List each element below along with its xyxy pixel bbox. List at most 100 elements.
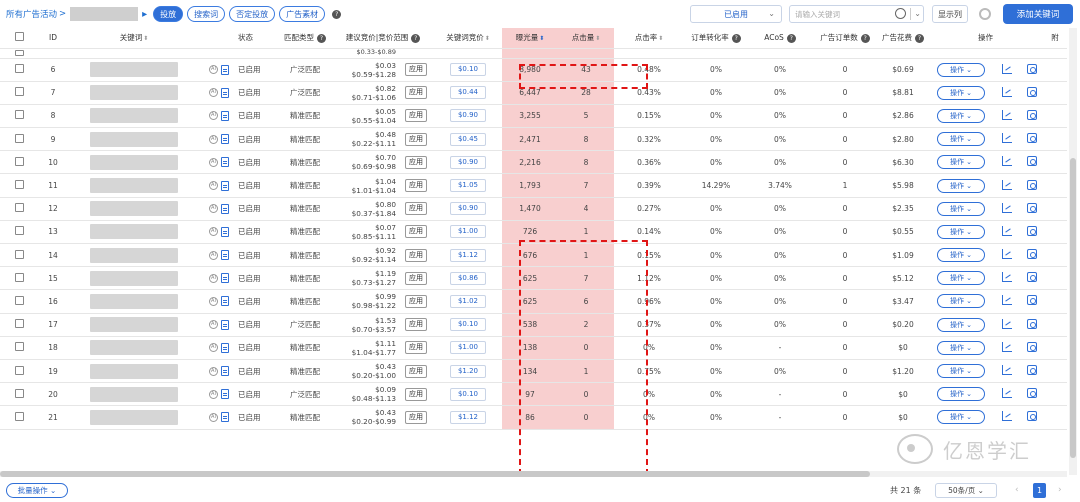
- chart-cell[interactable]: [994, 197, 1020, 221]
- ops-cell[interactable]: 操作 ⌄: [928, 243, 994, 268]
- apply-cell[interactable]: 应用: [398, 173, 434, 198]
- row-checkbox-cell[interactable]: [0, 48, 38, 59]
- prev-page-button[interactable]: ‹: [1015, 485, 1019, 495]
- row-actions-button[interactable]: 操作 ⌄: [937, 224, 985, 239]
- settings-cell[interactable]: [1020, 336, 1043, 360]
- row-checkbox[interactable]: [14, 342, 24, 352]
- row-checkbox-cell[interactable]: [0, 173, 38, 198]
- tab-3[interactable]: 广告素材: [279, 6, 326, 22]
- apply-button[interactable]: 应用: [405, 248, 427, 262]
- row-checkbox[interactable]: [14, 388, 24, 398]
- settings-cell[interactable]: [1020, 359, 1043, 384]
- apply-button[interactable]: 应用: [405, 387, 427, 401]
- row-checkbox[interactable]: [14, 319, 24, 329]
- document-icon[interactable]: [221, 157, 229, 168]
- row-actions-button[interactable]: 操作 ⌄: [937, 132, 985, 147]
- row-checkbox[interactable]: [14, 203, 24, 213]
- settings-cell[interactable]: [1020, 266, 1043, 291]
- gear-icon[interactable]: [979, 8, 991, 20]
- row-actions-button[interactable]: 操作 ⌄: [937, 387, 985, 402]
- row-actions-button[interactable]: 操作 ⌄: [937, 201, 985, 216]
- bid-cell[interactable]: $0.90: [434, 150, 502, 175]
- chart-cell[interactable]: [994, 220, 1020, 245]
- settings-cell[interactable]: [1020, 220, 1043, 245]
- settings-icon[interactable]: [1026, 179, 1037, 190]
- apply-button[interactable]: 应用: [405, 155, 427, 169]
- row-checkbox-cell[interactable]: [0, 336, 38, 360]
- settings-icon[interactable]: [1026, 365, 1037, 376]
- apply-button[interactable]: 应用: [405, 109, 427, 123]
- settings-cell[interactable]: [1020, 289, 1043, 314]
- settings-icon[interactable]: [1026, 109, 1037, 120]
- apply-button[interactable]: 应用: [405, 364, 427, 378]
- row-checkbox-cell[interactable]: [0, 289, 38, 314]
- bid-input[interactable]: $0.10: [450, 63, 486, 77]
- breadcrumb-all-campaigns[interactable]: 所有广告活动: [6, 8, 57, 20]
- row-checkbox-cell[interactable]: [0, 243, 38, 268]
- row-checkbox-cell[interactable]: [0, 197, 38, 221]
- row-checkbox[interactable]: [14, 226, 24, 236]
- row-checkbox-cell[interactable]: [0, 81, 38, 105]
- row-checkbox[interactable]: [14, 249, 24, 259]
- row-actions-button[interactable]: 操作 ⌄: [937, 340, 985, 355]
- current-page-button[interactable]: 1: [1033, 483, 1046, 498]
- chevron-down-icon[interactable]: ⌄: [914, 9, 921, 18]
- row-checkbox-cell[interactable]: [0, 150, 38, 175]
- document-icon[interactable]: [221, 64, 229, 75]
- header-spend[interactable]: 广告花费?: [878, 28, 928, 49]
- apply-button[interactable]: 应用: [405, 225, 427, 239]
- bid-cell[interactable]: $0.44: [434, 81, 502, 105]
- apply-cell[interactable]: 应用: [398, 382, 434, 407]
- chart-icon[interactable]: [1002, 179, 1012, 190]
- apply-cell[interactable]: 应用: [398, 220, 434, 245]
- bid-input[interactable]: $1.12: [450, 248, 486, 262]
- document-icon[interactable]: [221, 366, 229, 377]
- keyword-cell[interactable]: [68, 58, 200, 82]
- chart-cell[interactable]: [994, 58, 1020, 82]
- row-checkbox-cell[interactable]: [0, 382, 38, 407]
- bid-cell[interactable]: $0.10: [434, 382, 502, 407]
- header-select-all[interactable]: [0, 28, 38, 49]
- bid-input[interactable]: $0.10: [450, 387, 486, 401]
- ops-cell[interactable]: 操作 ⌄: [928, 405, 994, 430]
- row-checkbox[interactable]: [14, 49, 24, 56]
- row-actions-button[interactable]: 操作 ⌄: [937, 248, 985, 263]
- add-keyword-button[interactable]: 添加关键词: [1003, 4, 1073, 24]
- help-icon[interactable]: ?: [332, 9, 342, 19]
- settings-cell[interactable]: [1020, 81, 1043, 105]
- keyword-cell[interactable]: [68, 289, 200, 314]
- bid-cell[interactable]: $0.10: [434, 58, 502, 82]
- row-actions-button[interactable]: 操作 ⌄: [937, 271, 985, 286]
- settings-cell[interactable]: [1020, 150, 1043, 175]
- chart-icon[interactable]: [1002, 202, 1012, 213]
- settings-cell[interactable]: [1020, 243, 1043, 268]
- settings-icon[interactable]: [1026, 411, 1037, 422]
- batch-actions-button[interactable]: 批量操作 ⌄: [6, 483, 68, 498]
- document-icon[interactable]: [221, 203, 229, 214]
- document-icon[interactable]: [221, 134, 229, 145]
- apply-button[interactable]: 应用: [405, 86, 427, 100]
- ops-cell[interactable]: 操作 ⌄: [928, 289, 994, 314]
- settings-cell[interactable]: [1020, 405, 1043, 430]
- columns-button[interactable]: 显示列: [932, 5, 968, 23]
- row-actions-button[interactable]: 操作 ⌄: [937, 364, 985, 379]
- bid-cell[interactable]: $0.10: [434, 313, 502, 337]
- chart-icon[interactable]: [1002, 318, 1012, 329]
- header-cvr[interactable]: 订单转化率?: [684, 28, 748, 49]
- header-orders[interactable]: 广告订单数?: [812, 28, 878, 49]
- document-icon[interactable]: [221, 389, 229, 400]
- row-actions-button[interactable]: 操作 ⌄: [937, 317, 985, 332]
- ops-cell[interactable]: 操作 ⌄: [928, 313, 994, 337]
- bid-input[interactable]: $1.00: [450, 341, 486, 355]
- chart-cell[interactable]: [994, 405, 1020, 430]
- keyword-cell[interactable]: [68, 313, 200, 337]
- bid-cell[interactable]: $1.00: [434, 220, 502, 245]
- settings-icon[interactable]: [1026, 388, 1037, 399]
- settings-cell[interactable]: [1020, 58, 1043, 82]
- bid-cell[interactable]: $1.12: [434, 405, 502, 430]
- row-actions-button[interactable]: 操作 ⌄: [937, 108, 985, 123]
- chart-cell[interactable]: [994, 81, 1020, 105]
- row-checkbox[interactable]: [14, 156, 24, 166]
- next-page-button[interactable]: ›: [1058, 485, 1062, 495]
- bid-input[interactable]: $0.45: [450, 132, 486, 146]
